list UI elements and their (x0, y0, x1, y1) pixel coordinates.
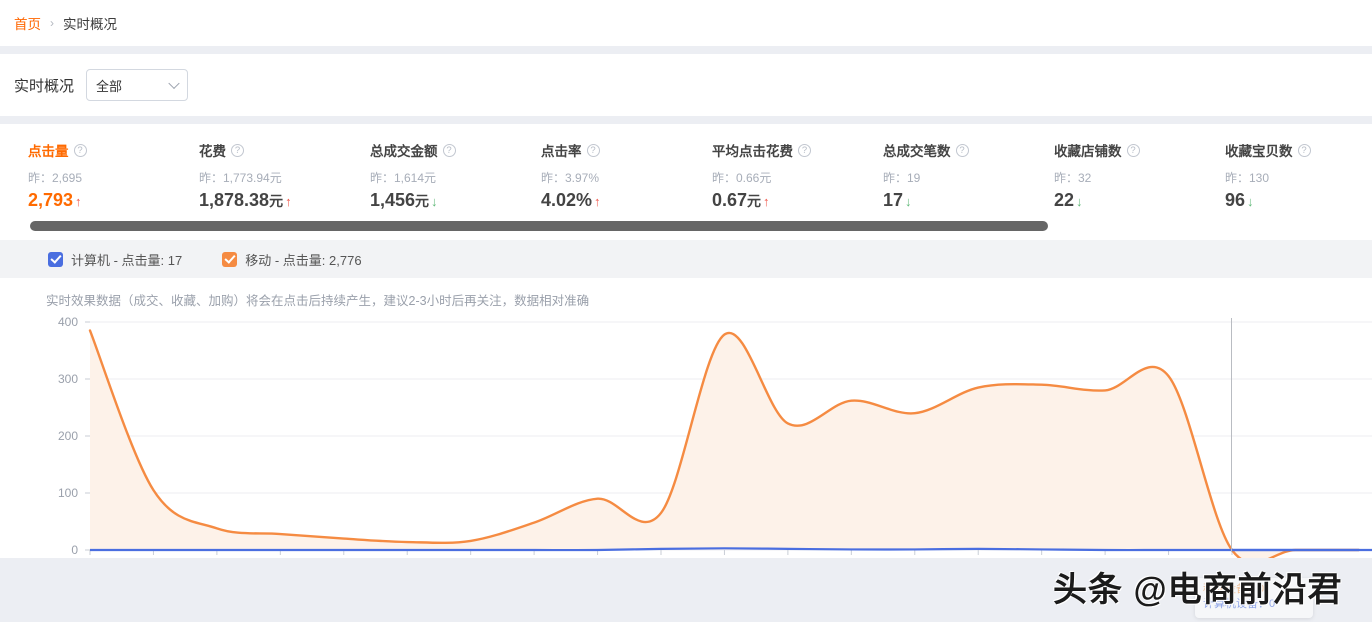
breadcrumb-current: 实时概况 (63, 17, 117, 32)
metric-value: 22 (1054, 190, 1075, 210)
metric-card[interactable]: 点击率? 昨：3.97% 4.02% ↑ (541, 140, 712, 211)
trend-arrow-icon: ↑ (594, 194, 601, 209)
metric-value-row: 96 ↓ (1225, 190, 1372, 211)
metric-value: 0.67 (712, 190, 748, 210)
metric-header: 总成交金额? (370, 140, 541, 160)
metric-previous-value: 昨：32 (1054, 171, 1092, 185)
help-icon[interactable]: ? (798, 143, 811, 157)
checkbox-icon[interactable] (222, 251, 238, 267)
breadcrumb-home-link[interactable]: 首页 (14, 13, 41, 33)
metric-label: 平均点击花费 (712, 144, 793, 159)
metric-card[interactable]: 收藏店铺数? 昨：32 22 ↓ (1054, 140, 1225, 211)
metric-card[interactable]: 收藏宝贝数? 昨：130 96 ↓ (1225, 140, 1372, 211)
metric-value-row: 0.67 元 ↑ (712, 190, 883, 211)
trend-arrow-icon: ↓ (1247, 194, 1254, 209)
chart-hint-text: 实时效果数据（成交、收藏、加购）将会在点击后持续产生，建议2-3小时后再关注，数… (46, 294, 590, 308)
metric-card[interactable]: 总成交笔数? 昨：19 17 ↓ (883, 140, 1054, 211)
legend-item[interactable]: 计算机 - 点击量: 17 (48, 250, 182, 269)
help-icon[interactable]: ? (586, 143, 600, 157)
metric-card[interactable]: 平均点击花费? 昨：0.66元 0.67 元 ↑ (712, 140, 883, 211)
metric-label: 收藏店铺数 (1054, 144, 1122, 159)
metric-header: 总成交笔数? (883, 140, 1054, 160)
metric-card[interactable]: 花费? 昨：1,773.94元 1,878.38 元 ↑ (199, 140, 370, 211)
metric-previous-value: 昨：1,614元 (370, 171, 437, 185)
legend-item[interactable]: 移动 - 点击量: 2,776 (222, 250, 362, 269)
chart-legend: 计算机 - 点击量: 17 移动 - 点击量: 2,776 (0, 240, 1372, 278)
metric-value: 1,456 (370, 190, 416, 210)
metric-value: 96 (1225, 190, 1246, 210)
help-icon[interactable]: ? (1297, 143, 1311, 157)
metric-value-row: 1,878.38 元 ↑ (199, 190, 370, 211)
help-icon[interactable]: ? (442, 143, 456, 157)
legend-label: 计算机 - 点击量: 17 (71, 252, 183, 268)
y-axis-tick: 300 (58, 372, 78, 386)
metric-value: 1,878.38 (199, 190, 270, 210)
watermark: 头条 @电商前沿君 (1053, 571, 1343, 609)
metric-header: 收藏宝贝数? (1225, 140, 1372, 160)
metric-header: 点击量? (28, 140, 199, 160)
help-icon[interactable]: ? (1126, 143, 1140, 157)
realtime-line-chart[interactable]: 0100200300400012345678910111213141516171… (0, 314, 1372, 558)
metric-label: 花费 (199, 144, 226, 159)
trend-arrow-icon: ↑ (285, 194, 292, 209)
metric-previous-value: 昨：2,695 (28, 171, 83, 185)
y-axis-tick: 400 (58, 315, 78, 329)
metric-value-row: 17 ↓ (883, 190, 1054, 211)
metric-header: 平均点击花费? (712, 140, 883, 160)
chart-crosshair (1231, 318, 1232, 552)
metric-label: 点击量 (28, 144, 69, 159)
metric-previous-value: 昨：1,773.94元 (199, 171, 282, 185)
metric-card[interactable]: 总成交金额? 昨：1,614元 1,456 元 ↓ (370, 140, 541, 211)
help-icon[interactable]: ? (73, 143, 87, 157)
metric-unit: 元 (747, 193, 762, 209)
chart-plot[interactable]: 0100200300400012345678910111213141516171… (0, 314, 1372, 558)
trend-arrow-icon: ↑ (75, 194, 82, 209)
metric-value-row: 4.02% ↑ (541, 190, 712, 211)
metric-header: 收藏店铺数? (1054, 140, 1225, 160)
trend-arrow-icon: ↓ (905, 194, 912, 209)
trend-arrow-icon: ↓ (1076, 194, 1083, 209)
metrics-viewport: 点击量? 昨：2,695 2,793 ↑ 花费? 昨：1,773.94元 1,878.38 元… (0, 124, 1372, 217)
trend-arrow-icon: ↑ (763, 194, 770, 209)
metrics-scrollbar[interactable] (30, 221, 1350, 231)
breadcrumb: 首页 › 实时概况 (0, 0, 1372, 46)
y-axis-tick: 0 (71, 543, 78, 557)
metric-card[interactable]: 点击量? 昨：2,695 2,793 ↑ (28, 140, 199, 211)
metric-value-row: 1,456 元 ↓ (370, 190, 541, 211)
breadcrumb-separator-icon: › (50, 16, 54, 30)
metrics-panel: 点击量? 昨：2,695 2,793 ↑ 花费? 昨：1,773.94元 1,878.38 元… (0, 124, 1372, 558)
page-title: 实时概况 (14, 77, 75, 95)
metric-value: 2,793 (28, 190, 74, 210)
metric-unit: 元 (269, 193, 284, 209)
metric-header: 花费? (199, 140, 370, 160)
metric-label: 总成交金额 (370, 144, 438, 159)
trend-arrow-icon: ↓ (431, 194, 438, 209)
checkbox-icon[interactable] (48, 251, 63, 267)
metric-value: 17 (883, 190, 904, 210)
metric-label: 点击率 (541, 144, 582, 159)
help-icon[interactable]: ? (231, 143, 244, 157)
metric-previous-value: 昨：3.97% (541, 171, 600, 185)
metric-header: 点击率? (541, 140, 712, 160)
help-icon[interactable]: ? (955, 143, 969, 157)
metrics-row: 点击量? 昨：2,695 2,793 ↑ 花费? 昨：1,773.94元 1,878.38 元… (0, 140, 1372, 211)
y-axis-tick: 100 (58, 486, 78, 500)
metric-previous-value: 昨：0.66元 (712, 171, 772, 185)
metric-value-row: 22 ↓ (1054, 190, 1225, 211)
metrics-scrollbar-thumb[interactable] (30, 221, 1048, 231)
filter-bar: 实时概况 全部 (0, 54, 1372, 116)
y-axis-tick: 200 (58, 429, 78, 443)
metric-unit: 元 (415, 193, 430, 209)
metric-value: 4.02% (541, 190, 593, 210)
scope-select[interactable]: 全部 (86, 69, 189, 101)
metric-label: 总成交笔数 (883, 144, 951, 159)
scope-select-value: 全部 (96, 78, 123, 94)
legend-label: 移动 - 点击量: 2,776 (245, 252, 362, 268)
chart-container: 实时效果数据（成交、收藏、加购）将会在点击后持续产生，建议2-3小时后再关注，数… (0, 278, 1372, 558)
chevron-down-icon (168, 77, 180, 90)
metric-previous-value: 昨：130 (1225, 171, 1270, 185)
metric-previous-value: 昨：19 (883, 171, 921, 185)
metric-value-row: 2,793 ↑ (28, 190, 199, 211)
metric-label: 收藏宝贝数 (1225, 144, 1293, 159)
